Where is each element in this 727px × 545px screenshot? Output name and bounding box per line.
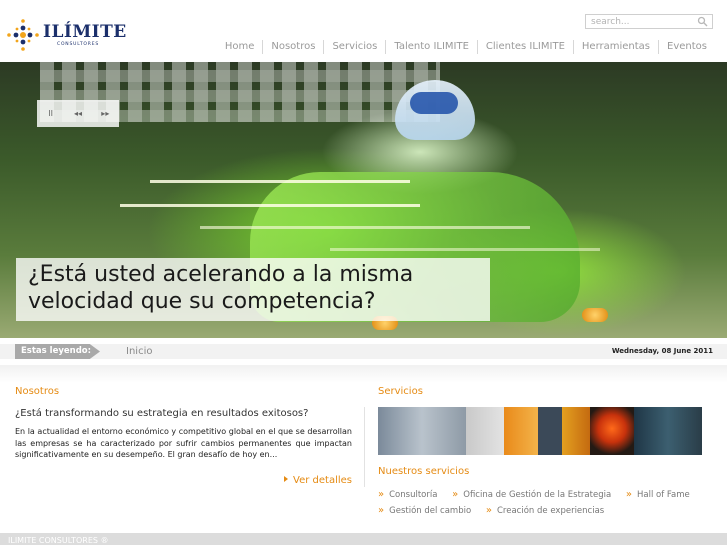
search-input[interactable]: search... xyxy=(585,14,713,29)
header: ILÍMITE CONSULTORES search... Home Nosot… xyxy=(0,0,727,62)
hero-tagline: ¿Está usted acelerando a la misma veloci… xyxy=(16,258,490,321)
hero-slideshow[interactable]: II ◂◂ ▸▸ ¿Está usted acelerando a la mis… xyxy=(0,62,727,338)
footer: ILIMITE CONSULTORES ® xyxy=(0,533,727,545)
ticker-label: Estas leyendo: xyxy=(15,344,100,359)
speed-streak xyxy=(200,226,530,229)
strip-segment xyxy=(562,407,590,455)
nav-item-nosotros[interactable]: Nosotros xyxy=(262,40,323,54)
servicios-section: Servicios Nuestros servicios Consultoría… xyxy=(378,385,708,519)
search-icon[interactable] xyxy=(697,16,708,27)
strip-segment xyxy=(466,407,504,455)
nav-item-talento[interactable]: Talento ILIMITE xyxy=(385,40,477,54)
tagline-line-2: velocidad que su competencia? xyxy=(28,289,376,314)
strip-segment xyxy=(590,407,634,455)
service-link-gestion-cambio[interactable]: Gestión del cambio xyxy=(378,503,471,519)
service-link-experiencias[interactable]: Creación de experiencias xyxy=(486,503,604,519)
column-divider xyxy=(364,407,365,487)
nosotros-question: ¿Está transformando su estrategia en res… xyxy=(15,408,309,419)
bike-light xyxy=(582,308,608,322)
next-button[interactable]: ▸▸ xyxy=(96,109,114,118)
nav-item-servicios[interactable]: Servicios xyxy=(323,40,385,54)
brand-subtitle: CONSULTORES xyxy=(57,42,100,47)
strip-segment xyxy=(378,407,466,455)
brand-name: ILÍMITE xyxy=(43,22,127,42)
nosotros-body: En la actualidad el entorno económico y … xyxy=(15,427,352,459)
servicios-image-strip[interactable] xyxy=(378,407,702,455)
service-link-consultoria[interactable]: Consultoría xyxy=(378,487,437,503)
hero-visor-image xyxy=(410,92,458,114)
content-area: Nosotros ¿Está transformando su estrateg… xyxy=(0,365,727,533)
nosotros-title[interactable]: Nosotros xyxy=(15,385,352,399)
service-link-oficina[interactable]: Oficina de Gestión de la Estrategia xyxy=(452,487,611,503)
ver-detalles-link[interactable]: Ver detalles xyxy=(284,475,352,486)
breadcrumb-bar: Estas leyendo: Inicio Wednesday, 08 June… xyxy=(0,338,727,365)
logo-mark-icon xyxy=(7,19,39,51)
pause-button[interactable]: II xyxy=(42,109,60,118)
strip-segment xyxy=(538,407,562,455)
servicios-title[interactable]: Servicios xyxy=(378,385,708,399)
slideshow-controls: II ◂◂ ▸▸ xyxy=(37,100,119,127)
service-link-hall-of-fame[interactable]: Hall of Fame xyxy=(626,487,690,503)
speed-streak xyxy=(150,180,410,183)
main-nav: Home Nosotros Servicios Talento ILIMITE … xyxy=(217,40,715,54)
speed-streak xyxy=(120,204,420,207)
nav-item-herramientas[interactable]: Herramientas xyxy=(572,40,658,54)
page: ILÍMITE CONSULTORES search... Home Nosot… xyxy=(0,0,727,545)
strip-segment xyxy=(504,407,538,455)
nav-item-home[interactable]: Home xyxy=(217,40,263,54)
current-date: Wednesday, 08 June 2011 xyxy=(611,347,713,355)
nav-item-eventos[interactable]: Eventos xyxy=(658,40,715,54)
nuestros-servicios-title: Nuestros servicios xyxy=(378,466,470,477)
strip-segment xyxy=(634,407,702,455)
services-list: Consultoría Oficina de Gestión de la Est… xyxy=(378,487,708,519)
previous-button[interactable]: ◂◂ xyxy=(69,109,87,118)
breadcrumb[interactable]: Inicio xyxy=(126,344,152,359)
speed-streak xyxy=(330,248,600,251)
tagline-line-1: ¿Está usted acelerando a la misma xyxy=(28,262,414,287)
nav-item-clientes[interactable]: Clientes ILIMITE xyxy=(476,40,573,54)
nosotros-section: Nosotros ¿Está transformando su estrateg… xyxy=(15,385,352,486)
